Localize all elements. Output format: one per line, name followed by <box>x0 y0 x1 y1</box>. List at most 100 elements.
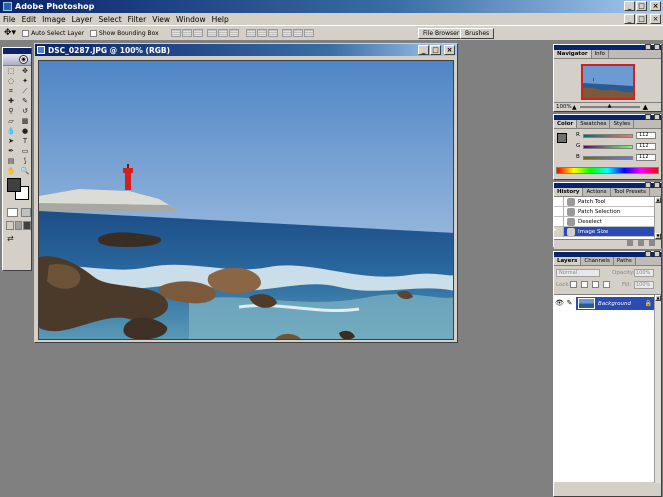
hand-tool-icon[interactable]: ✋ <box>5 167 17 176</box>
doc-close-button[interactable]: × <box>650 14 661 24</box>
tab-navigator[interactable]: Navigator <box>554 50 592 58</box>
document-maximize-button[interactable]: □ <box>430 45 441 55</box>
panel-minimize-button[interactable] <box>645 44 651 50</box>
lasso-tool-icon[interactable]: ◌ <box>5 77 17 86</box>
slice-tool-icon[interactable]: ⟋ <box>19 87 31 96</box>
tab-history[interactable]: History <box>554 188 584 196</box>
history-item[interactable]: Deselect <box>554 216 654 227</box>
new-snapshot-icon[interactable] <box>637 240 644 246</box>
lock-image-icon[interactable] <box>581 281 588 288</box>
distribute-right-icon[interactable] <box>303 29 314 37</box>
tab-styles[interactable]: Styles <box>610 120 635 128</box>
panel-close-button[interactable] <box>654 182 660 188</box>
crop-tool-icon[interactable]: ⌗ <box>5 87 17 96</box>
navigator-thumbnail[interactable] <box>581 64 635 100</box>
standard-screen-mode-icon[interactable] <box>6 221 14 230</box>
opacity-input[interactable]: 100% <box>634 269 654 277</box>
panel-close-button[interactable] <box>654 114 660 120</box>
layer-visibility-eye-icon[interactable]: 👁 <box>555 299 564 308</box>
show-bounding-box-checkbox[interactable]: Show Bounding Box <box>90 29 159 37</box>
magic-wand-tool-icon[interactable]: ✦ <box>19 77 31 86</box>
tab-tool-presets[interactable]: Tool Presets <box>611 188 651 196</box>
eyedropper-tool-icon[interactable]: ⟆ <box>19 157 31 166</box>
tab-swatches[interactable]: Swatches <box>577 120 611 128</box>
type-tool-icon[interactable]: T <box>19 137 31 146</box>
panel-minimize-button[interactable] <box>645 114 651 120</box>
document-close-button[interactable]: × <box>444 45 455 55</box>
history-item[interactable]: Patch Selection <box>554 206 654 217</box>
pen-tool-icon[interactable]: ✒ <box>5 147 17 156</box>
move-tool-icon[interactable]: ✥ <box>19 67 31 76</box>
navigator-zoom-value[interactable]: 100% <box>554 104 572 110</box>
close-button[interactable]: × <box>650 1 661 11</box>
doc-minimize-button[interactable]: _ <box>624 14 635 24</box>
scroll-up-arrow-icon[interactable]: ▲ <box>655 197 661 203</box>
image-canvas[interactable] <box>38 60 454 340</box>
file-browser-button[interactable]: File Browser <box>418 28 465 39</box>
lock-all-icon[interactable] <box>603 281 610 288</box>
layers-panel-title[interactable] <box>554 251 661 257</box>
color-panel-title[interactable] <box>554 114 661 120</box>
brushes-button[interactable]: Brushes <box>460 28 495 39</box>
document-title-bar[interactable]: DSC_0287.JPG @ 100% (RGB) _ □ × <box>35 44 457 56</box>
zoom-out-icon[interactable]: ▲ <box>572 104 577 111</box>
history-item-selected[interactable]: ▸ Image Size <box>554 226 654 237</box>
menu-view[interactable]: View <box>149 15 173 24</box>
history-item[interactable]: Patch Tool <box>554 196 654 207</box>
brush-tool-icon[interactable]: ✎ <box>19 97 31 106</box>
show-bounding-box-box[interactable] <box>90 29 98 37</box>
history-brush-tool-icon[interactable]: ↺ <box>19 107 31 116</box>
tab-actions[interactable]: Actions <box>583 188 611 196</box>
fill-input[interactable]: 100% <box>634 281 654 289</box>
distribute-top-icon[interactable] <box>245 29 256 37</box>
channel-b-input[interactable]: 112 <box>636 154 656 161</box>
history-scrollbar[interactable]: ▲ ▼ <box>654 197 661 239</box>
align-hcenter-icon[interactable] <box>217 29 228 37</box>
auto-select-layer-box[interactable] <box>22 29 30 37</box>
tab-channels[interactable]: Channels <box>581 257 614 265</box>
menu-filter[interactable]: Filter <box>125 15 150 24</box>
align-left-icon[interactable] <box>206 29 217 37</box>
maximize-button[interactable]: □ <box>636 1 647 11</box>
align-top-icon[interactable] <box>170 29 181 37</box>
menu-file[interactable]: File <box>0 15 19 24</box>
blur-tool-icon[interactable]: 💧 <box>5 127 17 136</box>
menu-edit[interactable]: Edit <box>19 15 40 24</box>
notes-tool-icon[interactable]: ▤ <box>5 157 17 166</box>
delete-state-icon[interactable] <box>649 240 655 246</box>
align-right-icon[interactable] <box>228 29 239 37</box>
scroll-up-arrow-icon[interactable]: ▲ <box>655 295 661 301</box>
shape-tool-icon[interactable]: ▭ <box>19 147 31 156</box>
channel-r-input[interactable]: 112 <box>636 132 656 139</box>
distribute-hcenter-icon[interactable] <box>292 29 303 37</box>
adobe-online-button[interactable]: ◉ <box>3 54 31 66</box>
new-document-from-state-icon[interactable] <box>626 240 633 246</box>
healing-brush-tool-icon[interactable]: ✚ <box>5 97 17 106</box>
minimize-button[interactable]: _ <box>624 1 635 11</box>
move-tool-preset-icon[interactable]: ✥▾ <box>4 28 16 38</box>
layers-scrollbar[interactable]: ▲ <box>654 295 661 483</box>
distribute-left-icon[interactable] <box>281 29 292 37</box>
zoom-in-icon[interactable]: ▲ <box>643 103 648 111</box>
color-ramp[interactable] <box>556 167 659 174</box>
marquee-tool-icon[interactable]: ⬚ <box>5 67 17 76</box>
menu-layer[interactable]: Layer <box>69 15 96 24</box>
quick-mask-mode-icon[interactable] <box>20 208 31 217</box>
tab-info[interactable]: Info <box>592 50 609 58</box>
panel-close-button[interactable] <box>654 251 660 257</box>
zoom-tool-icon[interactable]: 🔍 <box>19 167 31 176</box>
full-screen-mode-icon[interactable] <box>23 221 32 230</box>
foreground-color-swatch[interactable] <box>7 178 21 192</box>
standard-mode-icon[interactable] <box>7 208 18 217</box>
zoom-slider[interactable]: ▲ <box>579 103 640 109</box>
blend-mode-select[interactable]: Normal <box>556 269 600 277</box>
layer-row-background[interactable]: 👁 ✎ Background 🔒 <box>554 297 654 310</box>
channel-b-slider[interactable] <box>583 156 633 160</box>
jump-to-imageready-icon[interactable]: ⇄ <box>7 234 14 243</box>
color-foreground-swatch[interactable] <box>557 133 567 143</box>
eraser-tool-icon[interactable]: ▱ <box>5 117 17 126</box>
panel-minimize-button[interactable] <box>645 251 651 257</box>
full-screen-menu-mode-icon[interactable] <box>14 221 23 230</box>
lock-transparency-icon[interactable] <box>570 281 577 288</box>
lock-position-icon[interactable] <box>592 281 599 288</box>
